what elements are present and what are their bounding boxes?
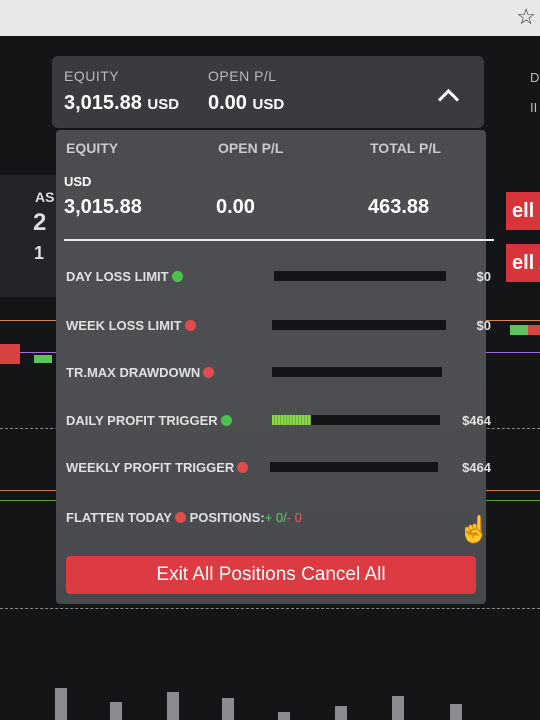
volume-bar	[335, 706, 347, 720]
limit-label: WEEK LOSS LIMIT	[66, 318, 196, 333]
chart-dashed-line	[0, 608, 540, 609]
flatten-today-row: FLATTEN TODAY POSITIONS:+ 0/- 0	[66, 510, 302, 525]
status-dot-icon	[220, 415, 232, 426]
exit-all-cancel-all-button[interactable]: Exit All Positions Cancel All	[66, 556, 476, 594]
limit-progress-bar	[272, 367, 442, 377]
divider	[64, 239, 494, 241]
limit-amount: $0	[476, 318, 491, 333]
positions-short-count: - 0	[286, 510, 302, 525]
limit-row-max-drawdown: TR.MAX DRAWDOWN	[66, 363, 491, 383]
limit-row-weekly-profit: WEEKLY PROFIT TRIGGER $464	[66, 458, 491, 478]
equity-value: 3,015.88 USD	[64, 92, 180, 114]
sell-all-button[interactable]: ell A	[506, 244, 540, 282]
limit-amount: $464	[462, 460, 491, 475]
hand-cursor-icon: ☝	[458, 514, 491, 544]
volume-bar	[392, 696, 404, 720]
status-dot-icon	[184, 320, 196, 331]
limit-label: DAY LOSS LIMIT	[66, 269, 183, 284]
limit-row-day-loss: DAY LOSS LIMIT $0	[66, 267, 491, 287]
chart-marker	[34, 355, 52, 363]
panel-equity-value: 3,015.88	[64, 196, 142, 218]
limit-amount: $0	[476, 269, 491, 284]
status-dot-icon	[203, 367, 215, 378]
chevron-up-icon[interactable]	[437, 88, 460, 111]
volume-bar	[167, 692, 179, 720]
account-details-panel: EQUITY OPEN P/L TOTAL P/L USD 3,015.88 0…	[56, 130, 494, 604]
panel-total-pl-value: 463.88	[368, 196, 430, 218]
status-dot-icon	[174, 512, 186, 523]
status-dot-icon	[237, 462, 249, 473]
account-summary-header[interactable]: EQUITY OPEN P/L 3,015.88 USD 0.00 USD	[52, 56, 484, 128]
background-left-panel: AS 2 1	[0, 175, 58, 297]
equity-label: EQUITY	[64, 68, 120, 84]
positions-long-count: + 0/	[264, 510, 287, 525]
limit-progress-bar	[272, 415, 440, 425]
panel-total-pl-label: TOTAL P/L	[370, 140, 441, 156]
background-right-text: II	[530, 100, 538, 115]
limit-amount: $464	[462, 413, 491, 428]
volume-bar	[55, 688, 67, 720]
browser-toolbar: ☆	[0, 0, 540, 36]
limit-row-daily-profit: DAILY PROFIT TRIGGER $464	[66, 411, 491, 431]
limit-label: TR.MAX DRAWDOWN	[66, 365, 215, 380]
chart-marker	[510, 325, 528, 335]
currency-label: USD	[64, 174, 92, 189]
volume-bar	[450, 704, 462, 720]
background-small-number: 1	[34, 243, 45, 263]
limit-progress-fill	[272, 415, 311, 425]
open-pl-label: OPEN P/L	[208, 68, 277, 84]
positions-label: POSITIONS:	[189, 510, 265, 525]
volume-bar	[222, 698, 234, 720]
status-dot-icon	[171, 271, 183, 282]
panel-open-pl-label: OPEN P/L	[218, 140, 284, 156]
limit-progress-bar	[270, 462, 438, 472]
sell-market-button[interactable]: ell M	[506, 192, 540, 230]
volume-bar	[110, 702, 122, 720]
chart-marker	[528, 325, 540, 335]
background-right-text: D	[530, 70, 540, 85]
limit-progress-bar	[274, 271, 446, 281]
limit-label: DAILY PROFIT TRIGGER	[66, 413, 232, 428]
limit-progress-bar	[272, 320, 446, 330]
flatten-today-label: FLATTEN TODAY	[66, 510, 172, 525]
chart-marker	[0, 344, 20, 364]
limit-label: WEEKLY PROFIT TRIGGER	[66, 460, 249, 475]
limit-row-week-loss: WEEK LOSS LIMIT $0	[66, 316, 491, 336]
open-pl-value: 0.00 USD	[208, 92, 285, 114]
panel-open-pl-value: 0.00	[216, 196, 255, 218]
volume-bar	[278, 712, 290, 720]
background-label: AS	[35, 189, 55, 205]
panel-equity-label: EQUITY	[66, 140, 119, 156]
bookmark-star-icon[interactable]: ☆	[516, 4, 536, 30]
background-big-number: 2	[33, 209, 47, 236]
